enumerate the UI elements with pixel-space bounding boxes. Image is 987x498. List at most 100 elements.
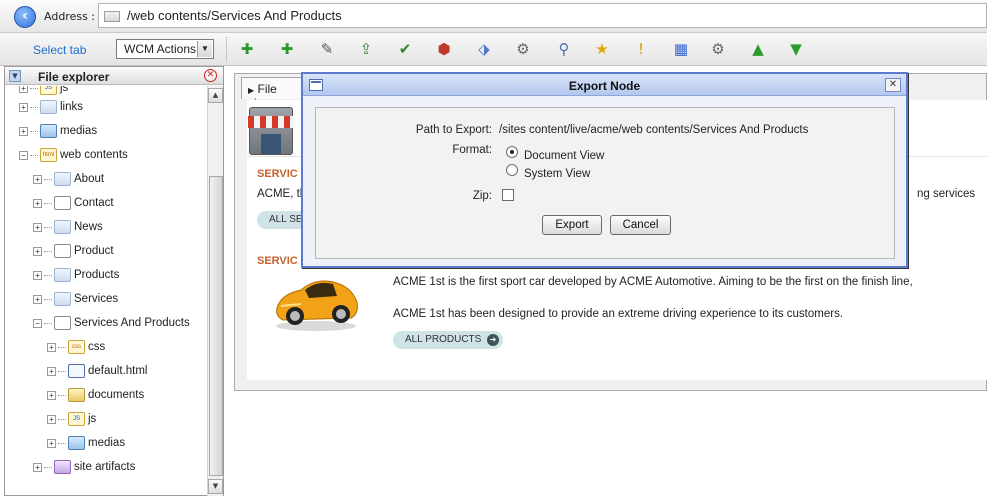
address-path: /web contents/Services And Products xyxy=(127,8,342,23)
collapse-node-icon[interactable]: − xyxy=(19,150,28,160)
publish-icon[interactable]: ⬗ xyxy=(473,39,495,59)
tree-item-label: medias xyxy=(88,437,126,449)
close-icon[interactable]: ✕ xyxy=(204,69,217,82)
tree-item[interactable]: + css css xyxy=(47,337,105,357)
tree-connector xyxy=(44,466,52,468)
tree-item-label: documents xyxy=(88,389,145,401)
file-explorer-header: ▼ File explorer ✕ xyxy=(5,67,223,85)
folder-icon xyxy=(54,220,71,234)
expand-node-icon[interactable]: + xyxy=(47,414,56,424)
expand-node-icon[interactable]: + xyxy=(19,102,28,112)
add-item-icon[interactable]: ✚ xyxy=(276,39,298,59)
link-icon[interactable]: ⚲ xyxy=(553,39,575,59)
tree-item[interactable]: + site artifacts xyxy=(33,457,135,477)
tree-item[interactable]: + JS js xyxy=(47,409,96,429)
tree-item-label: js xyxy=(60,86,69,94)
sidebar-scrollbar[interactable]: ▲ ▼ xyxy=(207,86,223,496)
zip-label: Zip: xyxy=(472,190,492,202)
add-node-icon[interactable]: ✚ xyxy=(236,39,258,59)
scroll-down-icon[interactable]: ▼ xyxy=(208,479,223,494)
expand-node-icon[interactable]: + xyxy=(19,126,28,136)
tab-file-view[interactable]: ▶ File view xyxy=(241,77,303,110)
settings-icon[interactable]: ⚙ xyxy=(512,39,534,59)
tree-item[interactable]: + Contact xyxy=(33,193,114,213)
select-tab-link[interactable]: Select tab xyxy=(33,43,86,57)
tree-item-label: Contact xyxy=(74,197,114,209)
tree-item[interactable]: + medias xyxy=(47,433,125,453)
tree-item-label: Services And Products xyxy=(74,317,190,329)
tab-arrow-icon: ▶ xyxy=(248,86,255,95)
expand-node-icon[interactable]: + xyxy=(47,390,56,400)
media-icon xyxy=(68,436,85,450)
favorite-icon[interactable]: ★ xyxy=(591,39,613,59)
tree-item[interactable]: − Services And Products xyxy=(33,313,190,333)
tree-connector xyxy=(58,442,66,444)
expand-node-icon[interactable]: + xyxy=(33,294,42,304)
section-text-right: ng services xyxy=(917,188,976,200)
tree-item[interactable]: + Services xyxy=(33,289,118,309)
tree-connector xyxy=(58,346,66,348)
warning-icon[interactable]: ! xyxy=(630,39,652,59)
tree-connector xyxy=(44,298,52,300)
cancel-button[interactable]: Cancel xyxy=(610,215,671,235)
close-icon[interactable]: ✕ xyxy=(885,78,901,92)
tree-item[interactable]: + default.html xyxy=(47,361,147,381)
export-button[interactable]: Export xyxy=(542,215,602,235)
tree-item[interactable]: + About xyxy=(33,169,104,189)
system-view-radio[interactable] xyxy=(506,164,518,176)
collapse-icon[interactable]: ▼ xyxy=(9,70,21,82)
move-down-icon[interactable]: ▼ xyxy=(785,39,807,59)
expand-node-icon[interactable]: + xyxy=(33,174,42,184)
dialog-header: Export Node ✕ xyxy=(303,74,906,96)
dialog-body: Path to Export: /sites content/live/acme… xyxy=(315,107,895,259)
tree-item[interactable]: + Product xyxy=(33,241,114,261)
upload-icon[interactable]: ⇪ xyxy=(355,39,377,59)
all-services-label: ALL SE xyxy=(269,214,303,225)
expand-node-icon[interactable]: + xyxy=(33,198,42,208)
back-button[interactable]: ‹ xyxy=(14,6,36,28)
arrow-right-icon: ➜ xyxy=(487,334,499,346)
document-view-radio[interactable] xyxy=(506,146,518,158)
collapse-node-icon[interactable]: − xyxy=(33,318,42,328)
tree-item[interactable]: + Products xyxy=(33,265,119,285)
system-view-label: System View xyxy=(524,168,591,180)
dialog-title: Export Node xyxy=(568,79,641,93)
tree-item[interactable]: + links xyxy=(19,97,83,117)
tree-item[interactable]: + medias xyxy=(19,121,97,141)
tag-icon[interactable]: ⬢ xyxy=(433,39,455,59)
all-products-label: ALL PRODUCTS xyxy=(405,334,482,345)
js-icon: JS xyxy=(68,412,85,426)
address-bar: ‹ Address : /web contents/Services And P… xyxy=(0,0,987,33)
tree-item[interactable]: − html web contents xyxy=(19,145,128,165)
address-label: Address : xyxy=(44,10,96,23)
edit-icon[interactable]: ✎ xyxy=(316,39,338,59)
chevron-down-icon: ▼ xyxy=(197,41,212,57)
all-products-button[interactable]: ALL PRODUCTS ➜ xyxy=(393,331,503,349)
tree-item[interactable]: + News xyxy=(33,217,103,237)
tree-connector xyxy=(30,130,38,132)
address-field[interactable]: /web contents/Services And Products xyxy=(98,3,987,28)
expand-node-icon[interactable]: + xyxy=(33,246,42,256)
windows-icon[interactable]: ▦ xyxy=(670,39,692,59)
tree-connector xyxy=(58,370,66,372)
tree-item-label: site artifacts xyxy=(74,461,136,473)
expand-node-icon[interactable]: + xyxy=(47,366,56,376)
tree-item[interactable]: + documents xyxy=(47,385,144,405)
scrollbar-thumb[interactable] xyxy=(209,176,223,476)
expand-node-icon[interactable]: + xyxy=(47,438,56,448)
scroll-up-icon[interactable]: ▲ xyxy=(208,88,223,103)
path-value: /sites content/live/acme/web contents/Se… xyxy=(499,124,809,136)
approve-icon[interactable]: ✔ xyxy=(394,39,416,59)
expand-node-icon[interactable]: + xyxy=(19,86,28,93)
wcm-actions-select[interactable]: WCM Actions ▼ xyxy=(116,39,214,59)
zip-checkbox[interactable] xyxy=(502,189,514,201)
tree-connector xyxy=(44,322,52,324)
tree-item-label: links xyxy=(60,101,84,113)
expand-node-icon[interactable]: + xyxy=(33,270,42,280)
store-icon xyxy=(248,107,294,155)
expand-node-icon[interactable]: + xyxy=(33,462,42,472)
expand-node-icon[interactable]: + xyxy=(47,342,56,352)
move-up-icon[interactable]: ▲ xyxy=(747,39,769,59)
properties-icon[interactable]: ⚙ xyxy=(707,39,729,59)
expand-node-icon[interactable]: + xyxy=(33,222,42,232)
